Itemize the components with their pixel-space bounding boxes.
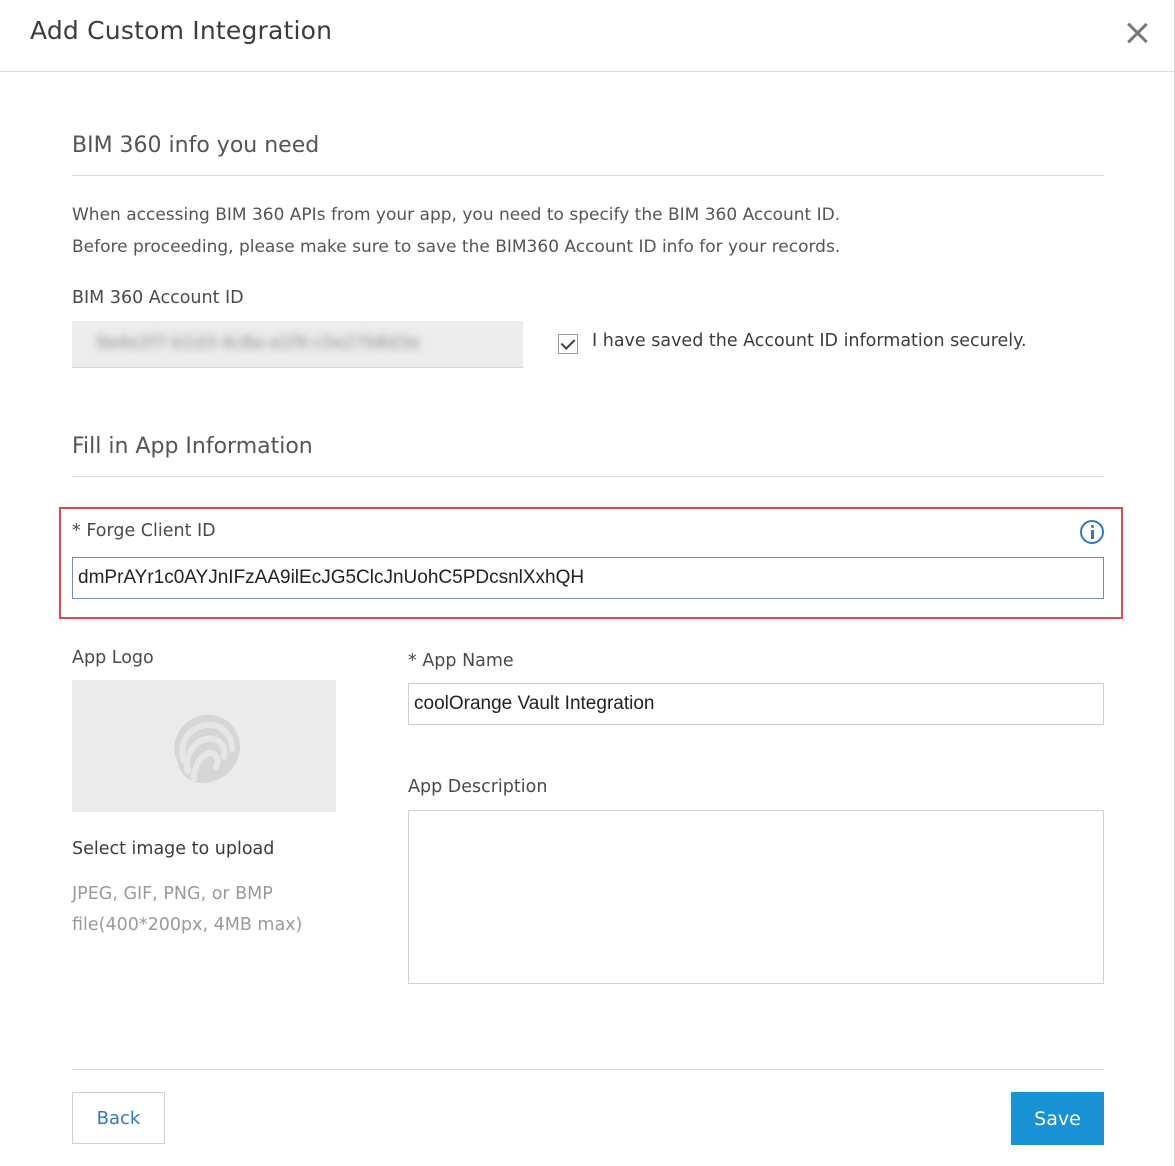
saved-securely-label[interactable]: I have saved the Account ID information … <box>592 331 1027 351</box>
app-name-input[interactable] <box>408 683 1104 725</box>
bim-info-description-line2: Before proceeding, please make sure to s… <box>72 237 841 257</box>
close-icon[interactable] <box>1124 20 1150 46</box>
bim-info-description-line1: When accessing BIM 360 APIs from your ap… <box>72 205 841 225</box>
account-id-value: 9a4e2f7-b1d3-4c8a-a1f9-c5e27b8d3a <box>96 333 420 353</box>
client-id-label: * Forge Client ID <box>72 521 216 541</box>
back-button[interactable]: Back <box>72 1092 165 1144</box>
app-description-label: App Description <box>408 777 548 797</box>
select-image-label[interactable]: Select image to upload <box>72 839 274 859</box>
app-description-textarea[interactable] <box>408 810 1104 984</box>
dialog-header: Add Custom Integration <box>0 0 1175 72</box>
account-id-field[interactable]: 9a4e2f7-b1d3-4c8a-a1f9-c5e27b8d3a <box>72 321 523 368</box>
placeholder-logo-icon <box>174 714 240 783</box>
footer-divider <box>72 1069 1104 1070</box>
app-logo-label: App Logo <box>72 648 154 668</box>
app-info-divider <box>72 476 1104 477</box>
account-id-label: BIM 360 Account ID <box>72 288 244 308</box>
bim-info-divider <box>72 175 1104 176</box>
saved-securely-checkbox[interactable] <box>558 334 578 354</box>
app-info-heading: Fill in App Information <box>72 434 313 459</box>
app-name-label: * App Name <box>408 651 514 671</box>
bim-info-heading: BIM 360 info you need <box>72 133 320 158</box>
add-integration-dialog: Add Custom Integration BIM 360 info you … <box>0 0 1175 1166</box>
dialog-title: Add Custom Integration <box>30 16 333 45</box>
upload-hint: JPEG, GIF, PNG, or BMP file(400*200px, 4… <box>72 884 303 935</box>
app-logo-upload-area[interactable] <box>72 680 336 812</box>
save-button[interactable]: Save <box>1011 1092 1104 1145</box>
client-id-input[interactable] <box>72 557 1104 599</box>
info-icon[interactable] <box>1080 520 1104 544</box>
